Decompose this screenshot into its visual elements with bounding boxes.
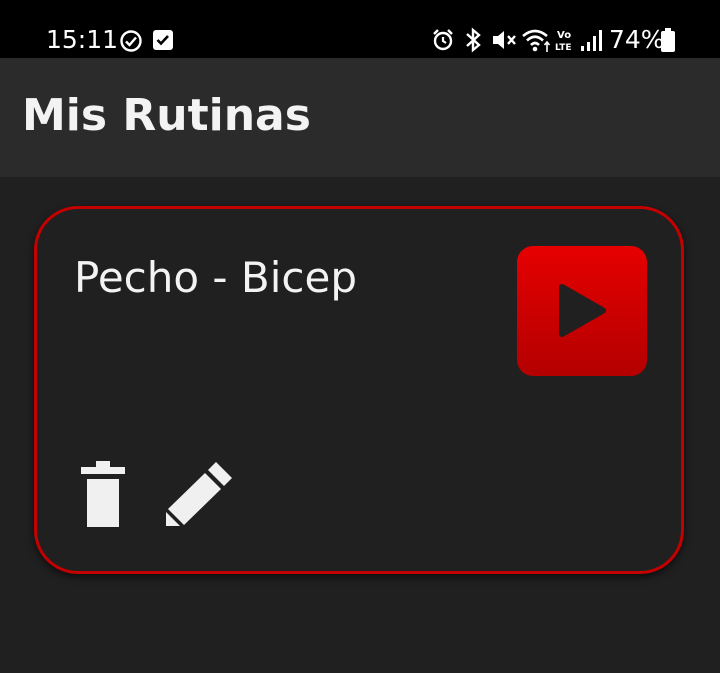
play-icon (559, 284, 606, 337)
wifi-icon (522, 29, 551, 52)
page-title: Mis Rutinas (22, 90, 311, 141)
svg-text:LTE: LTE (555, 43, 572, 53)
svg-text:Vo: Vo (557, 30, 571, 41)
routine-name: Pecho - Bicep (74, 253, 358, 302)
play-button[interactable] (517, 246, 647, 376)
pencil-icon (166, 462, 232, 526)
trash-icon (81, 461, 125, 527)
edit-button[interactable] (166, 462, 232, 526)
bluetooth-icon (466, 27, 481, 53)
battery-icon (661, 28, 675, 52)
check-circle-icon (120, 30, 142, 52)
battery-percentage: 74% (609, 25, 665, 54)
status-bar: 15:11 Vo LTE 74% (0, 0, 720, 58)
mute-icon (493, 31, 516, 49)
volte-icon: Vo LTE (555, 30, 572, 53)
status-time: 15:11 (46, 25, 119, 54)
delete-button[interactable] (80, 461, 126, 527)
signal-icon (581, 30, 602, 51)
alarm-icon (433, 29, 453, 51)
checkbox-icon (153, 30, 173, 50)
